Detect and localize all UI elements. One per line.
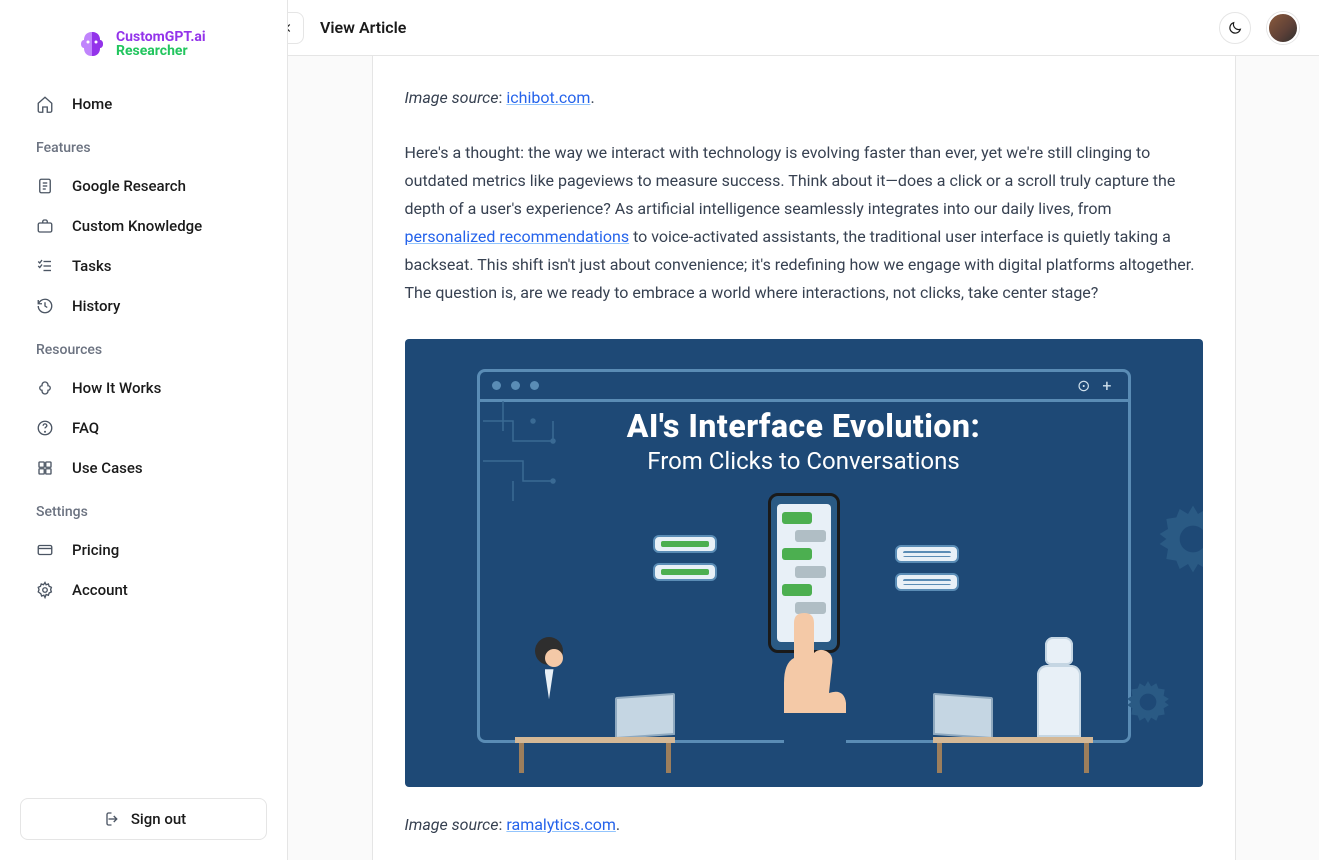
sidebar-item-label: FAQ <box>72 419 99 437</box>
sidebar-item-home[interactable]: Home <box>20 84 267 124</box>
page-title: View Article <box>320 18 406 37</box>
caption-link-ramalytics[interactable]: ramalytics.com <box>506 815 616 834</box>
help-circle-icon <box>36 419 54 437</box>
article-paragraph: Here's a thought: the way we interact wi… <box>405 139 1203 307</box>
theme-toggle[interactable] <box>1219 12 1251 44</box>
back-button[interactable] <box>288 12 304 44</box>
grid-2x2-icon <box>36 459 54 477</box>
hero-title-main: AI's Interface Evolution: <box>405 407 1203 445</box>
avatar[interactable] <box>1267 12 1299 44</box>
gear-decoration-icon <box>1123 677 1173 727</box>
hero-title-sub: From Clicks to Conversations <box>405 447 1203 475</box>
sidebar-item-label: Pricing <box>72 541 119 559</box>
hand-icon <box>734 603 874 743</box>
sidebar-heading-resources: Resources <box>20 330 267 368</box>
chat-bubble-icon <box>895 545 959 563</box>
sidebar-item-label: Custom Knowledge <box>72 217 202 235</box>
sidebar-item-history[interactable]: History <box>20 286 267 326</box>
sidebar: CustomGPT.ai Researcher Home Features Go… <box>0 0 288 860</box>
caption-label: Image source <box>405 815 499 834</box>
file-text-icon <box>36 177 54 195</box>
phone-illustration <box>734 493 874 743</box>
credit-card-icon <box>36 541 54 559</box>
logo-text-sub: Researcher <box>116 44 206 58</box>
sidebar-item-tasks[interactable]: Tasks <box>20 246 267 286</box>
content-scroll[interactable]: Image source: ichibot.com. Here's a thou… <box>288 56 1319 860</box>
image-caption-bottom: Image source: ramalytics.com. <box>405 787 1203 838</box>
main: View Article Image source: ichibot.com. … <box>288 0 1319 860</box>
history-icon <box>36 297 54 315</box>
article: Image source: ichibot.com. Here's a thou… <box>372 56 1236 860</box>
logout-icon <box>101 810 119 828</box>
list-checks-icon <box>36 257 54 275</box>
signout-label: Sign out <box>131 810 186 828</box>
sidebar-heading-features: Features <box>20 128 267 166</box>
caption-label: Image source <box>405 88 499 107</box>
moon-icon <box>1227 20 1243 36</box>
sidebar-item-use-cases[interactable]: Use Cases <box>20 448 267 488</box>
chevron-left-icon <box>288 21 295 35</box>
sidebar-item-account[interactable]: Account <box>20 570 267 610</box>
hero-illustration: ⊙ + AI's Interface Evo <box>405 339 1203 787</box>
briefcase-icon <box>36 217 54 235</box>
sidebar-item-label: Tasks <box>72 257 112 275</box>
robot-scene-icon <box>923 563 1103 743</box>
sidebar-item-label: Use Cases <box>72 459 143 477</box>
chat-bubble-icon <box>653 535 717 553</box>
logo-text-main: CustomGPT.ai <box>116 30 206 44</box>
sidebar-item-label: Google Research <box>72 177 186 195</box>
sidebar-item-label: Account <box>72 581 128 599</box>
brain-circuit-icon <box>36 379 54 397</box>
sidebar-item-label: Home <box>72 95 112 113</box>
home-icon <box>36 95 54 113</box>
sidebar-item-pricing[interactable]: Pricing <box>20 530 267 570</box>
paragraph-text: Here's a thought: the way we interact wi… <box>405 143 1176 218</box>
hero-title: AI's Interface Evolution: From Clicks to… <box>405 407 1203 475</box>
gear-decoration-icon <box>1153 499 1203 579</box>
human-scene-icon <box>505 563 685 743</box>
sidebar-item-google-research[interactable]: Google Research <box>20 166 267 206</box>
sidebar-item-label: History <box>72 297 120 315</box>
gear-icon <box>36 581 54 599</box>
sidebar-heading-settings: Settings <box>20 492 267 530</box>
image-caption-top: Image source: ichibot.com. <box>405 56 1203 111</box>
topbar: View Article <box>288 0 1319 56</box>
signout-button[interactable]: Sign out <box>20 798 267 840</box>
sidebar-item-label: How It Works <box>72 379 161 397</box>
caption-link-ichibot[interactable]: ichibot.com <box>506 88 590 107</box>
sidebar-item-how-it-works[interactable]: How It Works <box>20 368 267 408</box>
brain-icon <box>76 28 108 60</box>
logo[interactable]: CustomGPT.ai Researcher <box>20 20 267 84</box>
sidebar-item-faq[interactable]: FAQ <box>20 408 267 448</box>
link-personalized-recommendations[interactable]: personalized recommendations <box>405 227 630 246</box>
sidebar-item-custom-knowledge[interactable]: Custom Knowledge <box>20 206 267 246</box>
